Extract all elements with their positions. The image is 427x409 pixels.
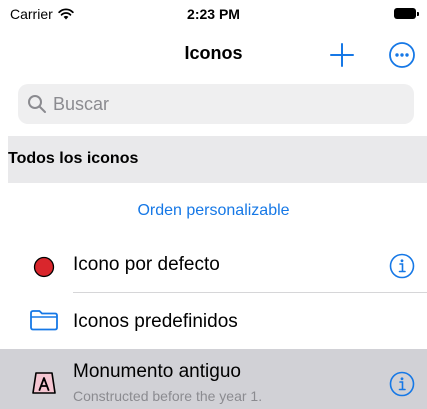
folder-icon xyxy=(30,310,58,331)
list-item-label: Iconos predefinidos xyxy=(73,311,238,332)
page-title: Iconos xyxy=(184,43,243,63)
section-title: Todos los iconos xyxy=(8,150,139,167)
search-placeholder: Buscar xyxy=(53,94,110,114)
navigation-bar: Iconos xyxy=(0,32,427,76)
info-button[interactable] xyxy=(389,253,415,279)
status-bar: Carrier 2:23 PM xyxy=(0,0,427,30)
list-item-label: Icono por defecto xyxy=(73,254,220,275)
list-item-ancient-monument[interactable]: Monumento antiguo Constructed before the… xyxy=(0,349,427,409)
add-button[interactable] xyxy=(327,40,357,70)
list-item-predefined-icons[interactable]: Iconos predefinidos xyxy=(0,293,427,349)
section-header: Todos los iconos xyxy=(8,136,427,183)
status-time: 2:23 PM xyxy=(187,6,240,22)
list-item-label: Monumento antiguo xyxy=(73,361,241,382)
search-input[interactable]: Buscar xyxy=(18,84,414,124)
list-item-default-icon[interactable]: Icono por defecto xyxy=(0,240,427,292)
info-button[interactable] xyxy=(389,371,415,397)
letter-a-icon xyxy=(32,372,56,394)
battery-icon xyxy=(394,8,419,19)
magnifier-icon xyxy=(28,95,46,113)
custom-order-link[interactable]: Orden personalizable xyxy=(0,202,427,220)
red-circle-icon xyxy=(33,256,55,278)
list-item-subtitle: Constructed before the year 1. xyxy=(73,388,263,404)
more-options-button[interactable] xyxy=(388,41,416,69)
